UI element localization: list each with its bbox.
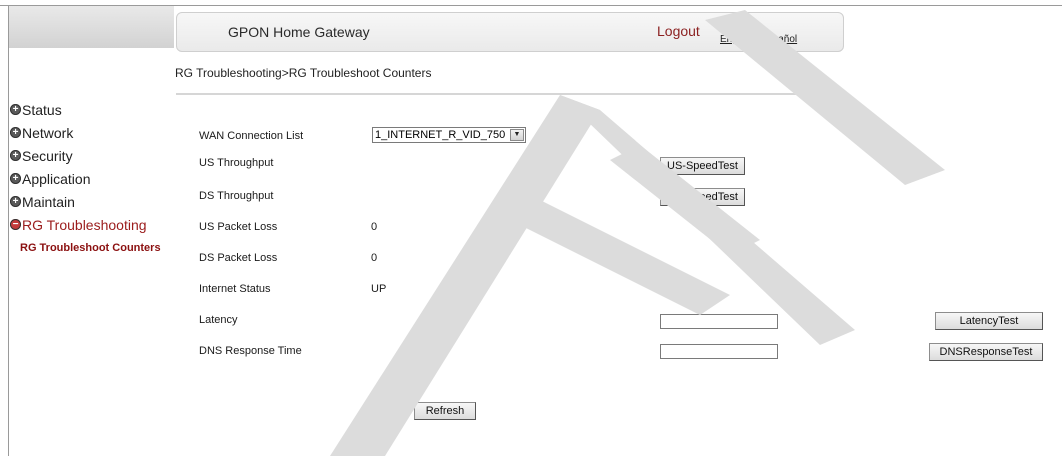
english-link[interactable]: English — [720, 34, 753, 45]
ds-throughput-label: DS Throughput — [199, 190, 274, 202]
sidebar-item-label: Network — [22, 124, 74, 141]
logout-link[interactable]: Logout — [657, 23, 700, 39]
sidebar-item-label: RG Troubleshooting — [22, 216, 147, 233]
breadcrumb-divider — [176, 93, 830, 95]
chevron-down-icon[interactable]: ▼ — [510, 129, 524, 141]
sidebar-item-status[interactable]: + Status — [10, 98, 175, 121]
wan-connection-label: WAN Connection List — [199, 130, 304, 142]
expand-plus-icon: + — [10, 127, 21, 138]
language-switcher: English | Español — [720, 34, 797, 45]
ds-packet-loss-label: DS Packet Loss — [199, 252, 278, 264]
latency-label: Latency — [199, 314, 238, 326]
dns-response-time-label: DNS Response Time — [199, 345, 302, 357]
left-border — [8, 6, 9, 456]
dns-response-field[interactable] — [660, 344, 778, 359]
expand-plus-icon: + — [10, 150, 21, 161]
us-speedtest-button[interactable]: US-SpeedTest — [660, 157, 745, 175]
submenu-rg-troubleshoot-counters[interactable]: RG Troubleshoot Counters — [20, 242, 175, 254]
latency-field[interactable] — [660, 314, 778, 329]
internet-status-label: Internet Status — [199, 283, 271, 295]
ds-packet-loss-value: 0 — [371, 252, 378, 264]
expand-plus-icon: + — [10, 196, 21, 207]
ds-speedtest-button[interactable]: DS-SpeedTest — [660, 188, 745, 206]
watermark-stroke-right — [560, 95, 855, 345]
sidebar-menu: + Status + Network + Security + Applicat… — [10, 98, 175, 254]
sidebar-item-security[interactable]: + Security — [10, 144, 175, 167]
gateway-title: GPON Home Gateway — [228, 24, 370, 40]
sidebar-item-application[interactable]: + Application — [10, 167, 175, 190]
us-throughput-label: US Throughput — [199, 157, 274, 169]
sidebar-item-label: Application — [22, 170, 91, 187]
internet-status-value: UP — [371, 283, 387, 295]
language-separator: | — [752, 34, 761, 45]
sidebar-item-network[interactable]: + Network — [10, 121, 175, 144]
wan-connection-value: 1_INTERNET_R_VID_750 — [375, 129, 506, 141]
sidebar-item-label: Status — [22, 101, 62, 118]
breadcrumb: RG Troubleshooting>RG Troubleshoot Count… — [175, 66, 432, 80]
us-packet-loss-value: 0 — [371, 221, 378, 233]
expand-plus-icon: + — [10, 104, 21, 115]
expand-minus-icon: − — [10, 219, 21, 230]
sidebar-item-label: Security — [22, 147, 73, 164]
sidebar-item-maintain[interactable]: + Maintain — [10, 190, 175, 213]
header-bar: GPON Home Gateway Logout English | Españ… — [176, 12, 844, 52]
expand-plus-icon: + — [10, 173, 21, 184]
sidebar-item-rg-troubleshooting[interactable]: − RG Troubleshooting — [10, 213, 175, 236]
us-packet-loss-label: US Packet Loss — [199, 221, 278, 233]
wan-connection-select[interactable]: 1_INTERNET_R_VID_750 ▼ — [372, 127, 526, 143]
refresh-button[interactable]: Refresh — [414, 402, 476, 420]
sidebar-item-label: Maintain — [22, 193, 75, 210]
spanish-link[interactable]: Español — [761, 34, 797, 45]
dns-response-test-button[interactable]: DNSResponseTest — [929, 343, 1043, 361]
sidebar-header-bar — [9, 6, 174, 48]
watermark-crossbar — [490, 190, 730, 315]
latency-test-button[interactable]: LatencyTest — [935, 312, 1043, 330]
